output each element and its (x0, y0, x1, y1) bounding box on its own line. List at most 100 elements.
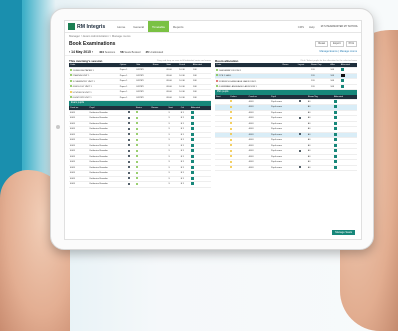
cell-finish: 10:30 (178, 95, 192, 101)
reset-button[interactable]: Reset (315, 40, 329, 47)
session-code: 6 HISTORY UNIT 1 (72, 97, 92, 100)
room-code: 4 GERMAN LANGUAGE LAB ROOM 1 (218, 86, 257, 89)
info-cell (298, 165, 307, 171)
cell-start: 09:00 (165, 95, 179, 101)
info-icon (128, 127, 131, 130)
nav-item-general[interactable]: General (129, 21, 148, 32)
tag-cell: A1 (306, 165, 333, 171)
room-cell (281, 84, 294, 90)
room-code: 3 FRENCH LANGUAGE LAB ROOM 1 (218, 80, 257, 83)
allocated-icon (191, 171, 194, 175)
status-icon (135, 111, 138, 114)
status-cell (134, 181, 151, 188)
print-button[interactable]: Print (345, 40, 357, 47)
nav-item-reports[interactable]: Reports (169, 21, 188, 32)
seats-stat: 58 Seats Booked (120, 49, 141, 54)
user-info[interactable]: Mr S HEADMASTER MY SCHOOL (321, 25, 358, 28)
info-icon (128, 166, 131, 169)
allocated-icon (333, 121, 337, 125)
info-icon (128, 149, 131, 152)
colour-icon (230, 144, 233, 147)
info-icon (128, 133, 131, 136)
allocated-cell (332, 165, 357, 171)
status-icon (135, 177, 138, 180)
cell-opt: Paper 1 (118, 95, 136, 101)
nav-cms-link[interactable]: CMS (298, 25, 304, 29)
allocated-icon (191, 116, 194, 120)
room-title: Room allocation (215, 58, 239, 63)
page-title: Book Examinations (69, 40, 116, 47)
session-title: This morning's session (69, 58, 103, 63)
table-row[interactable]: 6 HISTORY UNIT 1 Paper 1 ENTRY 09:00 10:30 10… (69, 95, 211, 101)
status-icon (135, 122, 138, 125)
colour-icon (230, 149, 233, 152)
session-code: 5 PHYSICS UNIT 1 (72, 91, 92, 94)
allocated-icon (191, 143, 194, 147)
allocated-icon (191, 132, 194, 136)
info-icon (299, 116, 302, 119)
allocated-icon (191, 165, 194, 169)
info-icon (128, 155, 131, 158)
sessions-table: Code Option Mat Room Start Finish Allocated 1 … (69, 63, 211, 101)
info-icon (128, 160, 131, 163)
status-icon (135, 144, 138, 147)
allocated-icon (191, 176, 194, 180)
allocated-icon (191, 127, 194, 131)
cell-alloc: 108 (191, 95, 211, 101)
colour-icon (230, 111, 233, 114)
allocated-icon (333, 105, 337, 109)
nav-help-link[interactable]: Help (309, 25, 315, 29)
nav-item-timetable[interactable]: Timetable (147, 21, 170, 32)
colour-icon (230, 166, 233, 169)
allocated-cell (339, 84, 357, 90)
exam-pupils-table: Cand no Pupil Status Rooms Seat Col Allocated … (69, 105, 211, 188)
info-icon (128, 111, 131, 114)
current-date: 14 May 2015 (71, 49, 91, 54)
allocated-icon (333, 149, 337, 153)
allocated-icon (191, 138, 194, 142)
date-navigator[interactable]: ‹ 14 May 2015 › (69, 50, 93, 54)
allocated-icon (191, 182, 194, 186)
allocated-icon (333, 99, 337, 103)
info-icon (128, 182, 131, 185)
camera-icon (56, 125, 60, 129)
unallocated-stat: 45 Unallocated (145, 49, 164, 54)
brand-name: RM Integris (77, 23, 106, 30)
session-code: 2 MATHS UNIT 1 (72, 75, 90, 78)
colour-icon (230, 122, 233, 125)
table-row[interactable]: 4003 Katherine Brandon 3 R 1 (69, 181, 211, 188)
status-icon (135, 133, 138, 136)
room-pupils-table: Seat Colour Cand no Pupil Room/Tag Allocated … (215, 94, 357, 172)
manage-rooms-link[interactable]: Manage rooms (340, 50, 357, 53)
allocated-icon (191, 149, 194, 153)
status-icon (135, 160, 138, 163)
date-bar: ‹ 14 May 2015 › 404 Sessions 58 Seats Bo… (65, 48, 361, 56)
allocated-icon (340, 68, 344, 72)
rooms-table: Code Room Layout Room Cap Alloc Allocated 1 A… (215, 63, 357, 90)
pupil-name: Katherine Brandon (88, 181, 128, 188)
alloc-cell: 108 (329, 84, 340, 90)
brand-logo-icon (68, 23, 75, 30)
manage-exams-link[interactable]: Manage Exams (320, 50, 338, 53)
colour-icon (230, 133, 233, 136)
colour-icon (230, 105, 233, 108)
session-panel: This morning's session Drag and drop on … (69, 58, 211, 188)
table-row[interactable]: 4003 Pupil name A1 (215, 165, 357, 171)
cell-mat: ENTRY (135, 95, 152, 101)
allocated-icon (191, 121, 194, 125)
manage-seats-button[interactable]: Manage Seats (332, 230, 355, 235)
room-code: 2 PE 1 HALL (218, 75, 232, 78)
room-hint: Click / Select pupils for the allocation… (300, 59, 357, 62)
info-icon (128, 171, 131, 174)
export-button[interactable]: Export (330, 40, 344, 47)
session-code: 3 CHEMISTRY UNIT 1 (72, 80, 95, 83)
colour-icon (230, 138, 233, 141)
session-code: 4 BIOLOGY UNIT 1 (72, 86, 92, 89)
tablet-device: RM Integris Home General Timetable Repor… (50, 8, 374, 250)
session-hint: Drag and drop on rows to fill individual… (157, 59, 211, 62)
colour-cell (229, 165, 248, 171)
nav-item-home[interactable]: Home (113, 21, 129, 32)
layout-block-icon (340, 73, 345, 77)
table-row[interactable]: 4 GERMAN LANGUAGE LAB ROOM 1 120 108 (215, 84, 357, 90)
status-icon (135, 116, 138, 119)
